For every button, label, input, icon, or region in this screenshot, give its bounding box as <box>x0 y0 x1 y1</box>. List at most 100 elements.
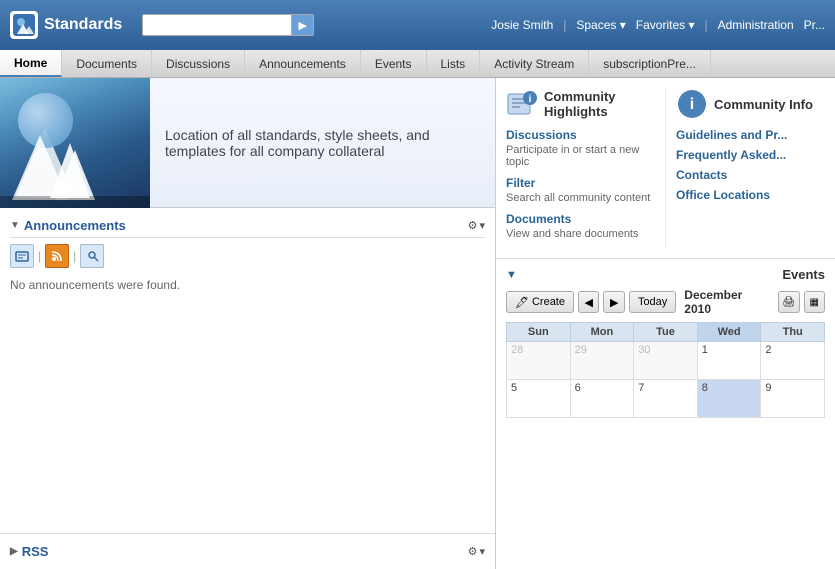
divider-pipe: | <box>38 249 41 263</box>
cal-cell-30[interactable]: 30 <box>634 342 698 380</box>
banner-base <box>0 196 150 208</box>
rss-icon-button[interactable] <box>45 244 69 268</box>
cal-cell-7[interactable]: 7 <box>634 380 698 418</box>
highlights-discussions-desc: Participate in or start a new topic <box>506 144 655 168</box>
cal-header-thu: Thu <box>761 323 825 342</box>
day-28: 28 <box>511 344 523 356</box>
nav-home[interactable]: Home <box>0 50 62 77</box>
user-nav: Josie Smith | Spaces ▾ Favorites ▾ | Adm… <box>491 18 825 32</box>
rss-gear-dropdown: ▾ <box>479 545 485 558</box>
nav-discussions[interactable]: Discussions <box>152 50 245 77</box>
comm-info-link-3[interactable]: Office Locations <box>676 188 825 202</box>
nav-activity-stream[interactable]: Activity Stream <box>480 50 589 77</box>
search-input[interactable] <box>142 14 292 36</box>
calendar-next-button[interactable]: ▶ <box>603 291 624 313</box>
no-announcements-text: No announcements were found. <box>10 274 485 296</box>
cal-cell-2[interactable]: 2 <box>761 342 825 380</box>
calendar-table: Sun Mon Tue Wed Thu 28 29 30 1 2 <box>506 322 825 418</box>
banner-tree-small <box>55 150 95 200</box>
rss-header: ▶ RSS ⚙ ▾ <box>10 540 485 563</box>
create-event-button[interactable]: 🖊 Create <box>506 291 574 313</box>
user-name: Josie Smith <box>491 18 553 32</box>
community-highlights-icon: i <box>506 88 538 120</box>
highlights-documents-link[interactable]: Documents <box>506 212 655 226</box>
events-collapse-arrow[interactable]: ▼ <box>506 269 517 281</box>
community-highlights: i Community Highlights Discussions Parti… <box>506 88 655 248</box>
nav-documents[interactable]: Documents <box>62 50 152 77</box>
divider1: | <box>563 18 566 32</box>
nav-subscription[interactable]: subscriptionPre... <box>589 50 711 77</box>
calendar-prev-button[interactable]: ◀ <box>578 291 599 313</box>
svg-text:i: i <box>529 94 532 105</box>
nav-announcements[interactable]: Announcements <box>245 50 361 77</box>
logo-area: Standards <box>10 11 122 39</box>
right-panel: i Community Highlights Discussions Parti… <box>495 78 835 569</box>
day-9: 9 <box>765 382 771 394</box>
add-announcement-button[interactable] <box>10 244 34 268</box>
events-title: Events <box>782 267 825 282</box>
topbar: Standards ▶ Josie Smith | Spaces ▾ Favor… <box>0 0 835 50</box>
search-button[interactable]: ▶ <box>292 14 314 36</box>
favorites-menu[interactable]: Favorites ▾ <box>636 18 695 32</box>
today-label: Today <box>638 296 667 308</box>
calendar-view-button[interactable]: ▦ <box>804 291 825 313</box>
administration-link[interactable]: Administration <box>718 18 794 32</box>
gear-dropdown-arrow: ▾ <box>479 219 485 232</box>
comm-info-link-1[interactable]: Frequently Asked... <box>676 148 825 162</box>
cal-cell-29[interactable]: 29 <box>570 342 634 380</box>
highlights-filter-link[interactable]: Filter <box>506 176 655 190</box>
rss-title-row: ▶ RSS <box>10 544 48 559</box>
comm-info-link-2[interactable]: Contacts <box>676 168 825 182</box>
announcements-settings[interactable]: ⚙ ▾ <box>468 219 485 232</box>
ann-header: ▼ Announcements ⚙ ▾ <box>10 214 485 238</box>
main: Location of all standards, style sheets,… <box>0 78 835 569</box>
day-5: 5 <box>511 382 517 394</box>
day-29: 29 <box>575 344 587 356</box>
cal-cell-28[interactable]: 28 <box>507 342 571 380</box>
cal-cell-1[interactable]: 1 <box>697 342 761 380</box>
day-1: 1 <box>702 344 708 356</box>
calendar-month-label: December 2010 <box>680 288 774 316</box>
logo-icon <box>10 11 38 39</box>
banner-text: Location of all standards, style sheets,… <box>150 78 495 207</box>
ann-icons: | | <box>10 244 485 268</box>
today-button[interactable]: Today <box>629 291 676 313</box>
more-link[interactable]: Pr... <box>804 18 825 32</box>
comm-highlights-title: Community Highlights <box>544 89 655 119</box>
create-event-label: Create <box>532 296 565 308</box>
events-header: ▼ Events <box>506 267 825 282</box>
highlights-filter-desc: Search all community content <box>506 192 655 204</box>
rss-settings[interactable]: ⚙ ▾ <box>468 545 485 558</box>
cal-cell-6[interactable]: 6 <box>570 380 634 418</box>
rss-section: ▶ RSS ⚙ ▾ <box>0 533 495 569</box>
ann-tools: ⚙ ▾ <box>468 219 485 232</box>
rss-title: RSS <box>22 544 49 559</box>
rss-gear-icon: ⚙ <box>468 545 478 558</box>
navbar: Home Documents Discussions Announcements… <box>0 50 835 78</box>
logo-text: Standards <box>44 16 122 34</box>
day-8: 8 <box>702 382 708 394</box>
announcements-collapse-arrow[interactable]: ▼ <box>10 220 20 231</box>
nav-events[interactable]: Events <box>361 50 427 77</box>
banner: Location of all standards, style sheets,… <box>0 78 495 208</box>
comm-info-title: Community Info <box>714 97 813 112</box>
cal-cell-9[interactable]: 9 <box>761 380 825 418</box>
cal-header-tue: Tue <box>634 323 698 342</box>
cal-cell-5[interactable]: 5 <box>507 380 571 418</box>
highlights-discussions-link[interactable]: Discussions <box>506 128 655 142</box>
cal-week-1: 28 29 30 1 2 <box>507 342 825 380</box>
calendar-print-button[interactable]: 🖨 <box>778 291 799 313</box>
filter-icon-button[interactable] <box>80 244 104 268</box>
nav-lists[interactable]: Lists <box>427 50 481 77</box>
create-event-icon: 🖊 <box>515 296 529 309</box>
highlights-documents-desc: View and share documents <box>506 228 655 240</box>
spaces-menu[interactable]: Spaces ▾ <box>576 18 625 32</box>
comm-info-link-0[interactable]: Guidelines and Pr... <box>676 128 825 142</box>
search-area: ▶ <box>142 14 342 36</box>
day-30: 30 <box>638 344 650 356</box>
rss-collapse-arrow[interactable]: ▶ <box>10 546 18 557</box>
cal-cell-8[interactable]: 8 <box>697 380 761 418</box>
ann-title-row: ▼ Announcements <box>10 218 126 233</box>
banner-description: Location of all standards, style sheets,… <box>165 127 480 159</box>
comm-highlights-header: i Community Highlights <box>506 88 655 120</box>
